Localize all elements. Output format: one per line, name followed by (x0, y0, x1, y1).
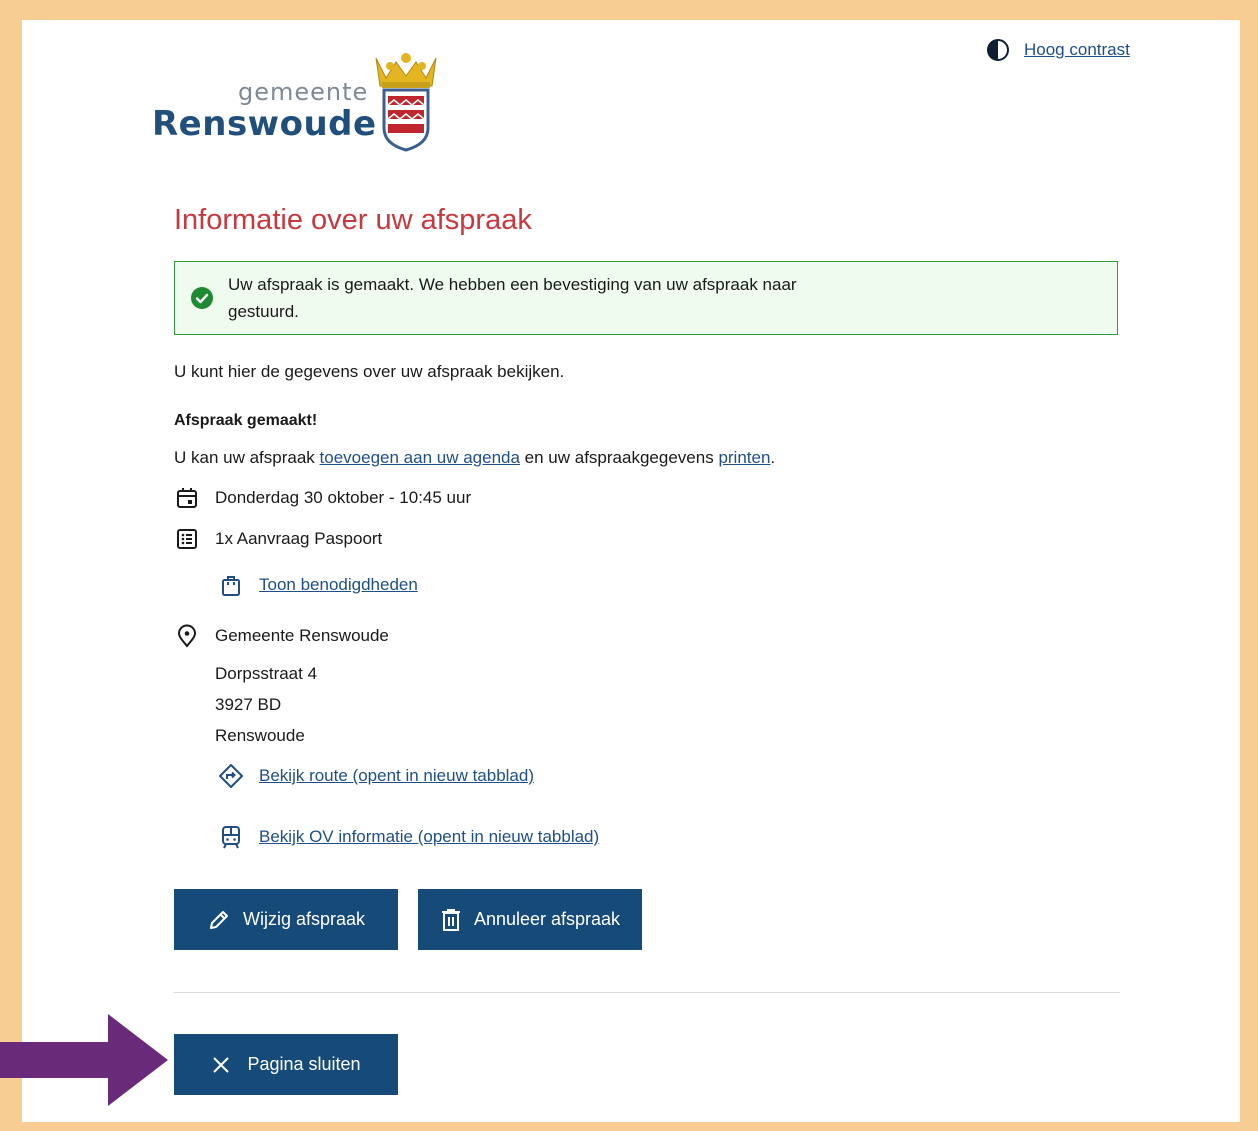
ov-info-link[interactable]: Bekijk OV informatie (opent in nieuw tab… (259, 827, 599, 847)
appointment-datetime: Donderdag 30 oktober - 10:45 uur (174, 486, 471, 510)
page-content: Hoog contrast gemeente Renswoude Informa… (22, 20, 1240, 1122)
municipality-logo[interactable]: gemeente Renswoude (152, 48, 452, 158)
show-requirements-link[interactable]: Toon benodigdheden (259, 575, 418, 595)
alert-message: Uw afspraak is gemaakt. We hebben een be… (228, 271, 868, 325)
success-alert: Uw afspraak is gemaakt. We hebben een be… (174, 261, 1118, 335)
address-city: Renswoude (215, 726, 305, 745)
ov-row[interactable]: Bekijk OV informatie (opent in nieuw tab… (218, 825, 599, 849)
contrast-icon (987, 39, 1009, 61)
datetime-text: Donderdag 30 oktober - 10:45 uur (215, 488, 472, 507)
close-icon (213, 1056, 230, 1073)
alert-line-2: gestuurd. (228, 302, 299, 321)
bag-icon (222, 576, 240, 596)
page-title: Informatie over uw afspraak (174, 204, 532, 236)
high-contrast-toggle[interactable]: Hoog contrast (986, 38, 1130, 62)
pencil-icon (209, 910, 228, 929)
product-text: 1x Aanvraag Paspoort (215, 529, 383, 548)
coat-of-arms-icon (375, 53, 437, 152)
calendar-print-line: U kan uw afspraak toevoegen aan uw agend… (174, 448, 775, 468)
alert-line-1: Uw afspraak is gemaakt. We hebben een be… (228, 275, 797, 294)
calendar-suffix: . (770, 448, 776, 467)
requirements-row[interactable]: Toon benodigdheden (218, 573, 418, 597)
intro-text: U kunt hier de gegevens over uw afspraak… (174, 362, 565, 381)
close-button-label: Pagina sluiten (247, 1054, 361, 1074)
location-name: Gemeente Renswoude (215, 626, 389, 645)
logo-text-small: gemeente (238, 78, 369, 106)
section-heading: Afspraak gemaakt! (174, 412, 318, 429)
print-link[interactable]: printen (718, 448, 770, 467)
calendar-icon (177, 488, 197, 508)
route-row[interactable]: Bekijk route (opent in nieuw tabblad) (218, 763, 534, 789)
cancel-appointment-button[interactable]: Annuleer afspraak (418, 889, 642, 950)
calendar-prefix: U kan uw afspraak (174, 448, 315, 467)
address-postcode: 3927 BD (215, 695, 282, 714)
route-icon (219, 764, 243, 788)
check-circle-icon (191, 287, 213, 309)
list-icon (177, 529, 197, 549)
train-icon (222, 826, 240, 849)
pointer-arrow-icon (0, 1014, 168, 1106)
appointment-product: 1x Aanvraag Paspoort (174, 527, 382, 551)
route-link[interactable]: Bekijk route (opent in nieuw tabblad) (259, 766, 534, 786)
logo-text-big: Renswoude (152, 104, 377, 144)
location-address: Dorpsstraat 4 3927 BD Renswoude (215, 658, 317, 751)
cancel-button-label: Annuleer afspraak (473, 909, 621, 929)
divider (174, 992, 1120, 993)
map-pin-icon (177, 624, 197, 648)
address-street: Dorpsstraat 4 (215, 664, 318, 683)
edit-button-label: Wijzig afspraak (242, 909, 366, 929)
high-contrast-link[interactable]: Hoog contrast (1024, 40, 1130, 60)
add-to-calendar-link[interactable]: toevoegen aan uw agenda (320, 448, 520, 467)
close-page-button[interactable]: Pagina sluiten (174, 1034, 398, 1095)
location-row: Gemeente Renswoude (174, 624, 389, 648)
edit-appointment-button[interactable]: Wijzig afspraak (174, 889, 398, 950)
trash-icon (441, 908, 460, 931)
calendar-middle: en uw afspraakgegevens (524, 448, 714, 467)
